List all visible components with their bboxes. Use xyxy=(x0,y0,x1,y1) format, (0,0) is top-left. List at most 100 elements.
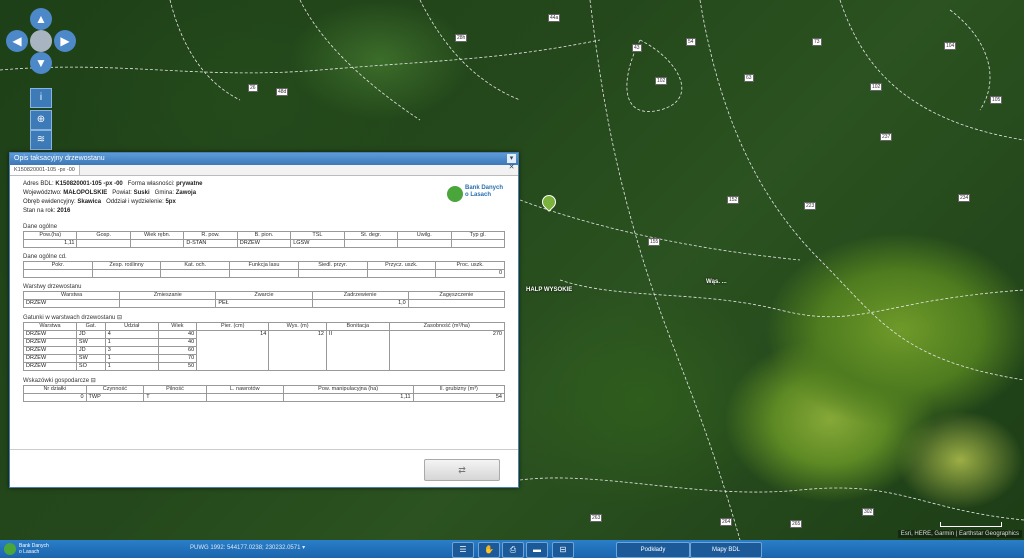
column-header: Zesp. roślinny xyxy=(91,261,162,270)
parcel-label: 63 xyxy=(744,74,754,82)
info-tool-icon[interactable]: i xyxy=(30,88,52,108)
table-cell: 1,11 xyxy=(22,239,78,248)
table-cell: DRZEW xyxy=(23,330,77,339)
column-header: Uwilg. xyxy=(397,231,452,240)
parcel-label: 73 xyxy=(812,38,822,46)
export-button[interactable]: ⇄ xyxy=(424,459,500,481)
legend-icon[interactable]: ☰ xyxy=(452,542,474,558)
logo-text-1: Bank Danych xyxy=(465,185,504,191)
table-cell xyxy=(91,269,162,278)
table-cell: 54 xyxy=(412,393,506,402)
gmina-label: Gmina: xyxy=(154,190,175,196)
column-header: Pokr. xyxy=(23,261,93,270)
logo-text-2: o Lasach xyxy=(465,192,492,198)
table-row: DRZEW JD 4 40 14 12 II 270 xyxy=(23,330,506,371)
bdl-logo: Bank Danych o Lasach xyxy=(447,182,505,206)
layers-tool-icon[interactable]: ≋ xyxy=(30,130,52,150)
mapy-bdl-button[interactable]: Mapy BDL xyxy=(690,542,762,558)
woj-value: MAŁOPOLSKIE xyxy=(63,190,108,196)
tree-logo-icon xyxy=(447,186,463,202)
table-cell xyxy=(119,299,217,308)
parcel-label: 155 xyxy=(648,238,661,246)
table-cell xyxy=(397,239,452,248)
parcel-label: 152 xyxy=(727,196,740,204)
pan-up-icon[interactable]: ▲ xyxy=(30,8,52,30)
section-gatunki: Gatunki w warstwach drzewostanu ⊟ xyxy=(23,314,505,321)
podklady-button[interactable]: Podkłady xyxy=(616,542,690,558)
pan-right-icon[interactable]: ▶ xyxy=(54,30,76,52)
column-header: Nr działki xyxy=(23,385,87,394)
measure-icon[interactable]: ▬ xyxy=(526,542,548,558)
map-attribution: Esri, HERE, Garmin | Earthstar Geographi… xyxy=(897,530,1022,538)
expand-icon[interactable]: ⊟ xyxy=(117,315,122,321)
table-cell xyxy=(229,269,299,278)
table-icon[interactable]: ⊟ xyxy=(552,542,574,558)
print-icon[interactable]: ⎙ xyxy=(502,542,524,558)
column-header: Udział xyxy=(104,322,159,331)
parcel-label: 43 xyxy=(632,44,642,52)
expand-icon[interactable]: ⊟ xyxy=(91,378,96,384)
table-cell: DRZEW xyxy=(22,299,121,308)
column-header: Zmieszanie xyxy=(119,291,217,300)
table-cell: DRZEW xyxy=(236,239,292,248)
stand-header: Adres BDL: K150820001-105 -px -00 Forma … xyxy=(23,180,505,218)
column-header: Gosp. xyxy=(76,231,131,240)
section-wskazowki: Wskazówki gospodarcze ⊟ xyxy=(23,377,505,384)
table-cell xyxy=(343,239,399,248)
table-cell: 1,11 xyxy=(282,393,414,402)
pan-left-icon[interactable]: ◀ xyxy=(6,30,28,52)
adres-value: K150820001-105 -px -00 xyxy=(55,181,123,187)
dialog-title: Opis taksacyjny drzewostanu xyxy=(10,153,518,165)
parcel-label: 105 xyxy=(990,96,1003,104)
column-header: Pow.(ha) xyxy=(22,231,78,240)
parcel-label: 265 xyxy=(790,520,803,528)
zoom-tool-icon[interactable]: ⊕ xyxy=(30,110,52,130)
column-header: Zasobność (m³/ha) xyxy=(388,322,506,331)
table-cell xyxy=(407,299,506,308)
table-cell xyxy=(160,269,231,278)
table-cell: 14 xyxy=(196,330,270,371)
obreb-value: Skawica xyxy=(77,199,102,205)
table-cell: T xyxy=(143,393,207,402)
scale-bar xyxy=(940,522,1002,527)
column-header: Il. grubizny (m³) xyxy=(412,385,506,394)
dane-ogolne-table: Pow.(ha) Gosp. Wiek rębn. R. pow. B. pio… xyxy=(22,231,505,248)
table-cell: 3 xyxy=(104,346,159,355)
adres-label: Adres BDL: xyxy=(23,181,54,187)
close-icon[interactable]: ▾ ✕ xyxy=(507,154,516,171)
tree-logo-icon xyxy=(4,543,16,555)
column-header: Zagęszczenie xyxy=(407,291,506,300)
table-cell xyxy=(450,239,505,248)
pan-down-icon[interactable]: ▼ xyxy=(30,52,52,74)
dialog-tabs: K150820001-105 -px -00 xyxy=(10,165,518,176)
section-dane-ogolne: Dane ogólne xyxy=(23,224,58,230)
tab-stand[interactable]: K150820001-105 -px -00 xyxy=(10,165,80,175)
column-header: Warstwa xyxy=(22,291,121,300)
pan-hand-icon[interactable]: ✋ xyxy=(478,542,500,558)
pan-center-icon[interactable] xyxy=(30,30,52,52)
woj-label: Województwo: xyxy=(23,190,62,196)
table-cell: DRZEW xyxy=(23,354,77,363)
column-header: Zwarcie xyxy=(215,291,313,300)
table-cell: 40 xyxy=(157,338,198,347)
table-cell: 12 xyxy=(268,330,327,371)
parcel-label: 44a xyxy=(548,14,561,22)
column-header: L. nawrotów xyxy=(205,385,284,394)
column-header: Pow. manipulacyjna (ha) xyxy=(282,385,414,394)
coordinates-readout[interactable]: PUWG 1992: 544177.0238; 230232.0571 ▾ xyxy=(190,544,305,551)
parcel-label: 54 xyxy=(686,38,696,46)
statusbar-logo-text-2: o Lasach xyxy=(19,549,40,555)
table-cell xyxy=(23,269,93,278)
section-warstwy: Warstwy drzewostanu xyxy=(23,284,82,290)
gatunki-title: Gatunki w warstwach drzewostanu xyxy=(23,315,116,321)
table-cell: II xyxy=(326,330,390,371)
table-cell: 0 xyxy=(23,393,87,402)
table-cell xyxy=(76,239,131,248)
oddzial-label: Oddział i wydzielenie: xyxy=(106,199,164,205)
table-cell: D-STAN xyxy=(183,239,238,248)
section-dane-ogolne-cd: Dane ogólne cd. xyxy=(23,254,67,260)
column-header: R. pow. xyxy=(183,231,238,240)
table-cell xyxy=(129,239,185,248)
stan-label: Stan na rok: xyxy=(23,208,56,214)
table-cell xyxy=(366,269,437,278)
